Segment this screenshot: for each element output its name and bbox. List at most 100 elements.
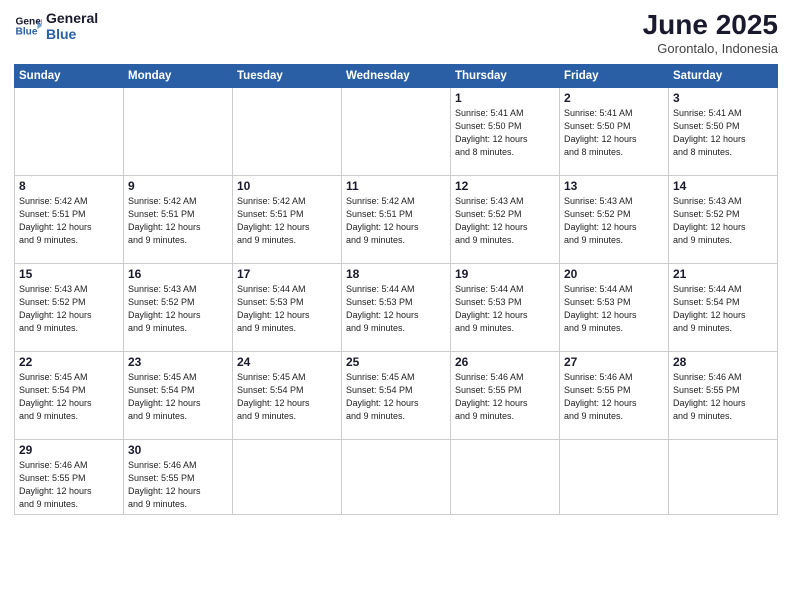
- day-info: Sunrise: 5:45 AM Sunset: 5:54 PM Dayligh…: [237, 371, 337, 423]
- daylight-label: Daylight: 12 hours: [455, 310, 528, 320]
- day-number: 2: [564, 91, 664, 105]
- weekday-header-wednesday: Wednesday: [342, 64, 451, 87]
- day-info: Sunrise: 5:46 AM Sunset: 5:55 PM Dayligh…: [128, 459, 228, 511]
- weekday-header-tuesday: Tuesday: [233, 64, 342, 87]
- day-info: Sunrise: 5:42 AM Sunset: 5:51 PM Dayligh…: [237, 195, 337, 247]
- table-row: 25 Sunrise: 5:45 AM Sunset: 5:54 PM Dayl…: [342, 351, 451, 439]
- daylight-label: Daylight: 12 hours: [455, 134, 528, 144]
- sunset-label: Sunset: 5:50 PM: [564, 121, 631, 131]
- day-info: Sunrise: 5:44 AM Sunset: 5:53 PM Dayligh…: [455, 283, 555, 335]
- daylight-detail: and 9 minutes.: [19, 235, 78, 245]
- table-row: 20 Sunrise: 5:44 AM Sunset: 5:53 PM Dayl…: [560, 263, 669, 351]
- day-number: 16: [128, 267, 228, 281]
- sunset-label: Sunset: 5:55 PM: [673, 385, 740, 395]
- daylight-detail: and 9 minutes.: [346, 235, 405, 245]
- day-number: 28: [673, 355, 773, 369]
- daylight-detail: and 9 minutes.: [128, 323, 187, 333]
- sunset-label: Sunset: 5:53 PM: [346, 297, 413, 307]
- daylight-detail: and 9 minutes.: [128, 411, 187, 421]
- day-info: Sunrise: 5:44 AM Sunset: 5:53 PM Dayligh…: [564, 283, 664, 335]
- day-info: Sunrise: 5:41 AM Sunset: 5:50 PM Dayligh…: [673, 107, 773, 159]
- logo-blue: Blue: [46, 26, 98, 42]
- sunrise-label: Sunrise: 5:42 AM: [237, 196, 306, 206]
- sunset-label: Sunset: 5:52 PM: [673, 209, 740, 219]
- day-info: Sunrise: 5:46 AM Sunset: 5:55 PM Dayligh…: [455, 371, 555, 423]
- day-number: 20: [564, 267, 664, 281]
- daylight-detail: and 9 minutes.: [346, 411, 405, 421]
- table-row: [560, 439, 669, 514]
- sunrise-label: Sunrise: 5:41 AM: [455, 108, 524, 118]
- sunset-label: Sunset: 5:54 PM: [19, 385, 86, 395]
- daylight-label: Daylight: 12 hours: [19, 310, 92, 320]
- daylight-label: Daylight: 12 hours: [564, 222, 637, 232]
- day-info: Sunrise: 5:45 AM Sunset: 5:54 PM Dayligh…: [19, 371, 119, 423]
- table-row: 19 Sunrise: 5:44 AM Sunset: 5:53 PM Dayl…: [451, 263, 560, 351]
- daylight-label: Daylight: 12 hours: [564, 310, 637, 320]
- table-row: 27 Sunrise: 5:46 AM Sunset: 5:55 PM Dayl…: [560, 351, 669, 439]
- day-info: Sunrise: 5:42 AM Sunset: 5:51 PM Dayligh…: [128, 195, 228, 247]
- table-row: 23 Sunrise: 5:45 AM Sunset: 5:54 PM Dayl…: [124, 351, 233, 439]
- location: Gorontalo, Indonesia: [643, 41, 778, 56]
- day-number: 26: [455, 355, 555, 369]
- daylight-label: Daylight: 12 hours: [564, 134, 637, 144]
- daylight-detail: and 8 minutes.: [673, 147, 732, 157]
- table-row: [15, 87, 124, 175]
- logo-general: General: [46, 10, 98, 26]
- sunrise-label: Sunrise: 5:44 AM: [673, 284, 742, 294]
- day-number: 8: [19, 179, 119, 193]
- table-row: 13 Sunrise: 5:43 AM Sunset: 5:52 PM Dayl…: [560, 175, 669, 263]
- sunrise-label: Sunrise: 5:43 AM: [673, 196, 742, 206]
- day-info: Sunrise: 5:41 AM Sunset: 5:50 PM Dayligh…: [455, 107, 555, 159]
- weekday-header-thursday: Thursday: [451, 64, 560, 87]
- header: General Blue General Blue June 2025 Goro…: [14, 10, 778, 56]
- sunrise-label: Sunrise: 5:43 AM: [564, 196, 633, 206]
- table-row: 8 Sunrise: 5:42 AM Sunset: 5:51 PM Dayli…: [15, 175, 124, 263]
- daylight-detail: and 9 minutes.: [19, 411, 78, 421]
- daylight-detail: and 9 minutes.: [128, 499, 187, 509]
- sunset-label: Sunset: 5:55 PM: [564, 385, 631, 395]
- table-row: 10 Sunrise: 5:42 AM Sunset: 5:51 PM Dayl…: [233, 175, 342, 263]
- day-number: 24: [237, 355, 337, 369]
- daylight-label: Daylight: 12 hours: [673, 222, 746, 232]
- table-row: 2 Sunrise: 5:41 AM Sunset: 5:50 PM Dayli…: [560, 87, 669, 175]
- weekday-header-saturday: Saturday: [669, 64, 778, 87]
- title-block: June 2025 Gorontalo, Indonesia: [643, 10, 778, 56]
- table-row: [451, 439, 560, 514]
- daylight-label: Daylight: 12 hours: [673, 398, 746, 408]
- table-row: 18 Sunrise: 5:44 AM Sunset: 5:53 PM Dayl…: [342, 263, 451, 351]
- sunrise-label: Sunrise: 5:44 AM: [455, 284, 524, 294]
- sunrise-label: Sunrise: 5:42 AM: [19, 196, 88, 206]
- table-row: 30 Sunrise: 5:46 AM Sunset: 5:55 PM Dayl…: [124, 439, 233, 514]
- day-number: 14: [673, 179, 773, 193]
- daylight-label: Daylight: 12 hours: [128, 486, 201, 496]
- day-info: Sunrise: 5:44 AM Sunset: 5:53 PM Dayligh…: [346, 283, 446, 335]
- sunrise-label: Sunrise: 5:46 AM: [564, 372, 633, 382]
- table-row: 24 Sunrise: 5:45 AM Sunset: 5:54 PM Dayl…: [233, 351, 342, 439]
- sunset-label: Sunset: 5:52 PM: [455, 209, 522, 219]
- table-row: 28 Sunrise: 5:46 AM Sunset: 5:55 PM Dayl…: [669, 351, 778, 439]
- sunset-label: Sunset: 5:53 PM: [455, 297, 522, 307]
- day-info: Sunrise: 5:43 AM Sunset: 5:52 PM Dayligh…: [564, 195, 664, 247]
- day-number: 10: [237, 179, 337, 193]
- table-row: 3 Sunrise: 5:41 AM Sunset: 5:50 PM Dayli…: [669, 87, 778, 175]
- page: General Blue General Blue June 2025 Goro…: [0, 0, 792, 612]
- daylight-detail: and 8 minutes.: [564, 147, 623, 157]
- day-info: Sunrise: 5:43 AM Sunset: 5:52 PM Dayligh…: [128, 283, 228, 335]
- daylight-label: Daylight: 12 hours: [346, 310, 419, 320]
- sunset-label: Sunset: 5:53 PM: [564, 297, 631, 307]
- daylight-label: Daylight: 12 hours: [128, 398, 201, 408]
- table-row: 1 Sunrise: 5:41 AM Sunset: 5:50 PM Dayli…: [451, 87, 560, 175]
- daylight-detail: and 9 minutes.: [128, 235, 187, 245]
- weekday-header-sunday: Sunday: [15, 64, 124, 87]
- day-info: Sunrise: 5:44 AM Sunset: 5:53 PM Dayligh…: [237, 283, 337, 335]
- sunrise-label: Sunrise: 5:43 AM: [128, 284, 197, 294]
- daylight-label: Daylight: 12 hours: [346, 222, 419, 232]
- day-info: Sunrise: 5:43 AM Sunset: 5:52 PM Dayligh…: [455, 195, 555, 247]
- daylight-detail: and 9 minutes.: [673, 411, 732, 421]
- day-info: Sunrise: 5:45 AM Sunset: 5:54 PM Dayligh…: [128, 371, 228, 423]
- day-number: 15: [19, 267, 119, 281]
- daylight-label: Daylight: 12 hours: [19, 486, 92, 496]
- sunrise-label: Sunrise: 5:41 AM: [564, 108, 633, 118]
- day-info: Sunrise: 5:43 AM Sunset: 5:52 PM Dayligh…: [673, 195, 773, 247]
- table-row: 9 Sunrise: 5:42 AM Sunset: 5:51 PM Dayli…: [124, 175, 233, 263]
